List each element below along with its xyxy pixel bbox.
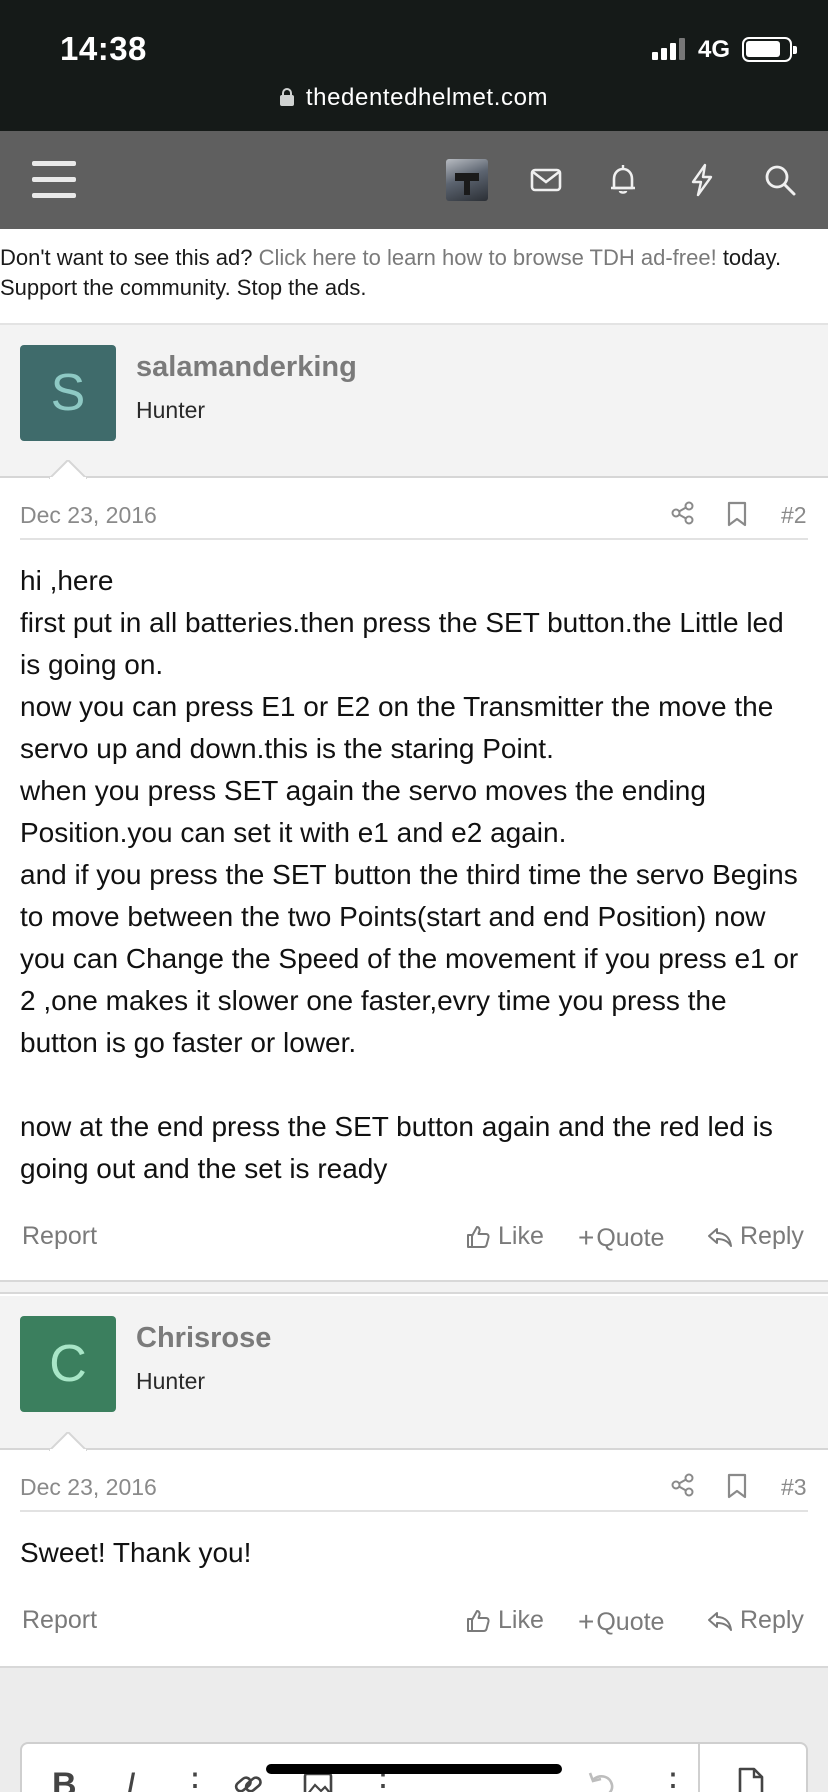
post-body: Sweet! Thank you! xyxy=(20,1532,810,1574)
more-options-icon[interactable]: ⋮ xyxy=(656,1766,690,1792)
ad-notice-suffix: today. xyxy=(716,245,782,270)
post-number[interactable]: #2 xyxy=(781,502,807,529)
share-icon[interactable] xyxy=(670,1472,696,1498)
user-title: Hunter xyxy=(136,1368,206,1394)
signal-icon xyxy=(652,38,686,60)
italic-button[interactable]: I xyxy=(126,1766,135,1792)
post-line: now you can press E1 or E2 on the Transm… xyxy=(20,691,774,764)
toolbar-divider xyxy=(698,1744,700,1792)
report-link[interactable]: Report xyxy=(22,1606,97,1635)
bookmark-icon[interactable] xyxy=(725,1472,749,1500)
home-indicator[interactable] xyxy=(266,1764,562,1774)
post-line: first put in all batteries.then press th… xyxy=(20,607,784,680)
reply-icon xyxy=(708,1611,732,1631)
like-label: Like xyxy=(498,1606,544,1634)
thumbs-up-icon xyxy=(467,1225,490,1248)
reply-button[interactable]: Reply xyxy=(706,1222,804,1251)
quote-label: Quote xyxy=(596,1607,665,1636)
user-title: Hunter xyxy=(136,397,206,423)
quote-button[interactable]: + Quote xyxy=(578,1222,664,1254)
link-icon[interactable] xyxy=(232,1768,264,1792)
like-button[interactable]: Like xyxy=(464,1606,544,1635)
post-header: S salamanderking Hunter xyxy=(0,325,828,478)
bell-icon[interactable] xyxy=(605,162,641,198)
post-actions: Report Like + Quote Reply xyxy=(20,1216,810,1256)
bold-button[interactable]: B xyxy=(52,1766,77,1792)
report-link[interactable]: Report xyxy=(22,1222,97,1251)
quote-button[interactable]: + Quote xyxy=(578,1606,664,1638)
reply-button[interactable]: Reply xyxy=(706,1606,804,1635)
envelope-icon[interactable] xyxy=(528,162,564,198)
like-label: Like xyxy=(498,1222,544,1250)
post-meta: Dec 23, 2016 #2 xyxy=(20,488,808,540)
post-pointer xyxy=(49,1432,87,1451)
plus-icon: + xyxy=(578,1222,595,1253)
undo-icon[interactable] xyxy=(584,1768,618,1792)
reply-label: Reply xyxy=(740,1222,804,1250)
url-text: thedentedhelmet.com xyxy=(305,84,549,111)
avatar[interactable]: C xyxy=(20,1316,116,1412)
thumbs-up-icon xyxy=(467,1609,490,1632)
post-date[interactable]: Dec 23, 2016 xyxy=(20,1474,157,1501)
bookmark-icon[interactable] xyxy=(725,500,749,528)
post-number[interactable]: #3 xyxy=(781,1474,807,1501)
post-actions: Report Like + Quote Reply xyxy=(20,1600,810,1640)
post-body: hi ,here first put in all batteries.then… xyxy=(20,560,810,1190)
more-format-icon[interactable]: ⋮ xyxy=(178,1766,212,1792)
user-avatar[interactable] xyxy=(446,159,488,201)
reply-label: Reply xyxy=(740,1606,804,1634)
share-icon[interactable] xyxy=(670,500,696,526)
avatar[interactable]: S xyxy=(20,345,116,441)
reply-icon xyxy=(708,1227,732,1247)
lock-icon xyxy=(279,88,294,106)
bolt-icon[interactable] xyxy=(684,162,720,198)
battery-icon xyxy=(742,37,797,62)
post-separator xyxy=(0,1280,828,1294)
ad-free-link[interactable]: Click here to learn how to browse TDH ad… xyxy=(259,245,717,270)
site-navbar xyxy=(0,131,828,229)
plus-icon: + xyxy=(578,1606,595,1637)
like-button[interactable]: Like xyxy=(464,1222,544,1251)
post-line: when you press SET again the servo moves… xyxy=(20,775,706,848)
username[interactable]: salamanderking xyxy=(136,351,357,384)
quote-label: Quote xyxy=(596,1223,665,1252)
post-line xyxy=(20,1064,810,1106)
ad-notice: Don't want to see this ad? Click here to… xyxy=(0,243,828,303)
post-line: Sweet! Thank you! xyxy=(20,1537,252,1568)
network-type: 4G xyxy=(698,36,731,63)
post-line: and if you press the SET button the thir… xyxy=(20,859,799,1058)
address-bar[interactable]: thedentedhelmet.com xyxy=(0,84,828,112)
ad-notice-prefix: Don't want to see this ad? xyxy=(0,245,259,270)
post-meta: Dec 23, 2016 #3 xyxy=(20,1460,808,1512)
post-date[interactable]: Dec 23, 2016 xyxy=(20,502,157,529)
menu-icon[interactable] xyxy=(32,161,76,199)
search-icon[interactable] xyxy=(762,162,798,198)
status-time: 14:38 xyxy=(60,30,147,67)
username[interactable]: Chrisrose xyxy=(136,1322,271,1355)
status-bar: 14:38 4G thedentedhelmet.com xyxy=(0,0,828,131)
ad-notice-line2: Support the community. Stop the ads. xyxy=(0,275,367,300)
post-line: hi ,here xyxy=(20,565,114,596)
post-header: C Chrisrose Hunter xyxy=(0,1296,828,1450)
post-line: now at the end press the SET button agai… xyxy=(20,1111,773,1184)
drafts-icon[interactable] xyxy=(734,1766,768,1792)
post-pointer xyxy=(49,460,87,479)
